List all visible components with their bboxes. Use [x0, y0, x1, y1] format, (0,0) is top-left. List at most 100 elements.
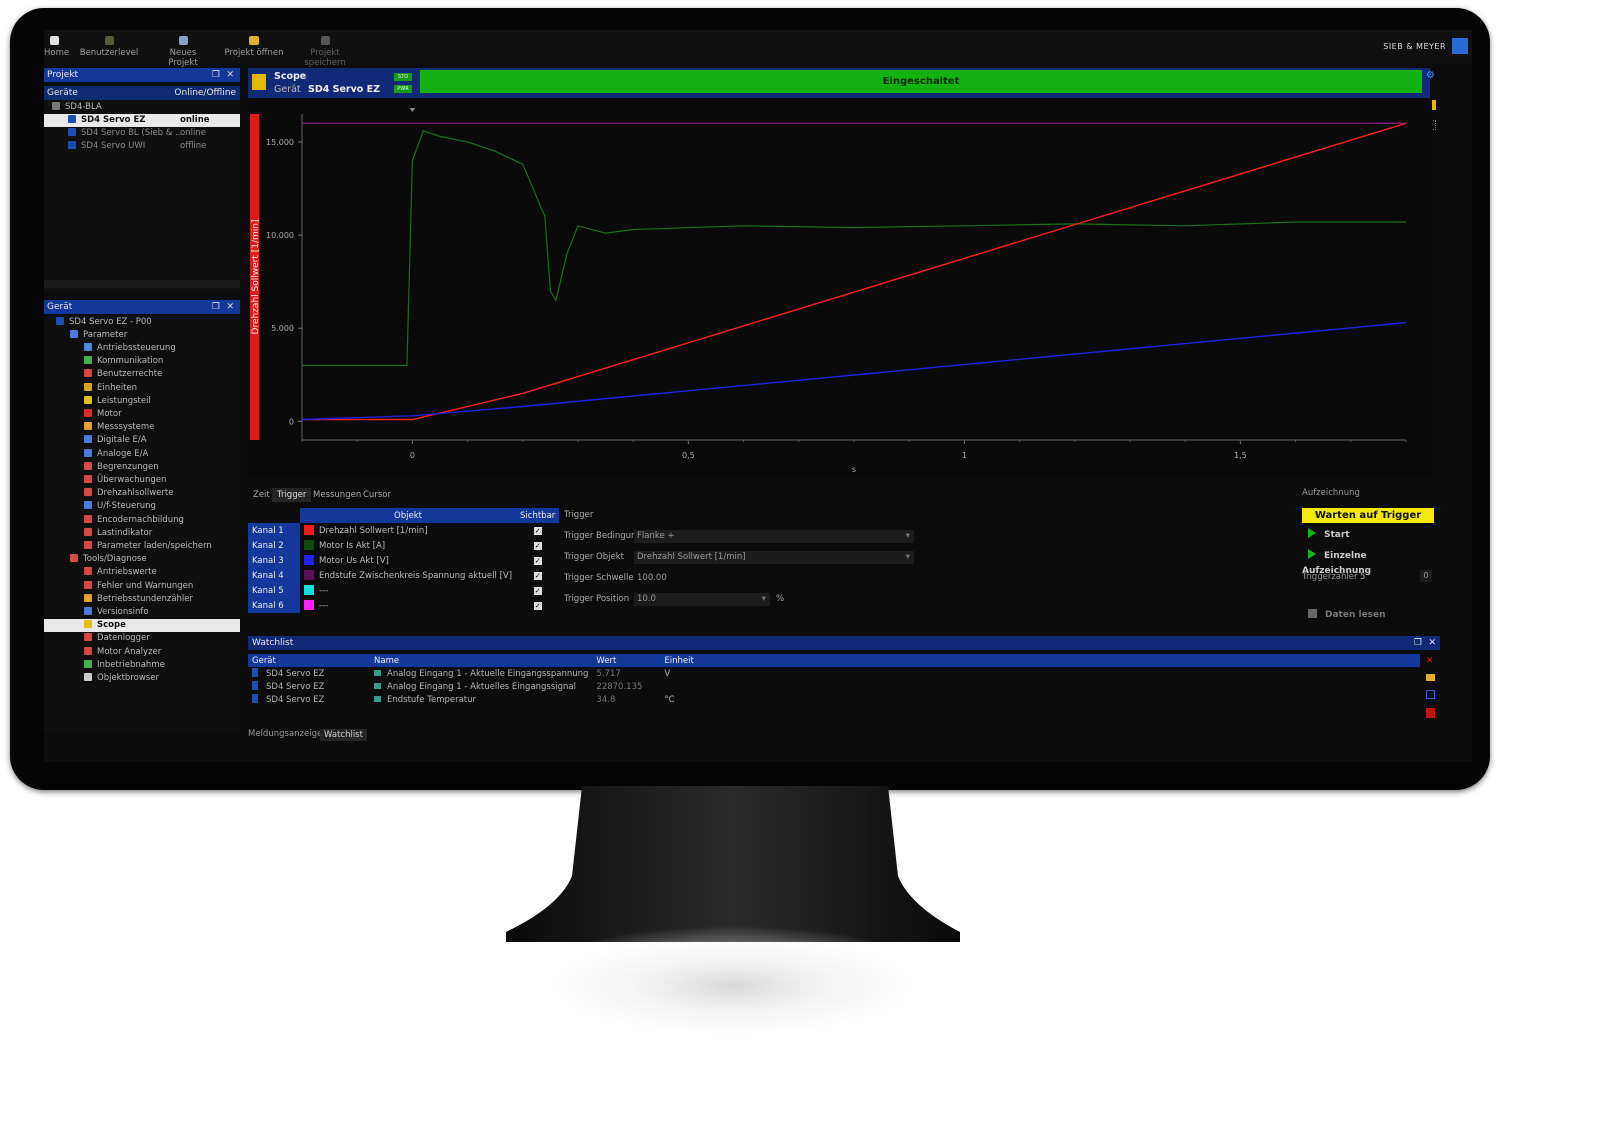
tree-tools-item[interactable]: Versionsinfo: [44, 606, 240, 619]
tree-device-root[interactable]: SD4 Servo EZ - P00: [44, 316, 240, 329]
channel-row[interactable]: Kanal 5 --- ✓: [248, 583, 559, 598]
tree-parameter-item[interactable]: Lastindikator: [44, 527, 240, 540]
trigger-objekt-select[interactable]: Drehzahl Sollwert [1/min] ▾: [634, 551, 914, 564]
tree-parameter-item[interactable]: Encodernachbildung: [44, 514, 240, 527]
channel-objekt[interactable]: Drehzahl Sollwert [1/min]: [300, 523, 516, 538]
chart-background: [248, 100, 1432, 476]
home-button[interactable]: Home: [44, 32, 69, 58]
start-button[interactable]: Start: [1302, 528, 1434, 543]
channel-visible-checkbox[interactable]: ✓: [516, 538, 559, 553]
tab-watchlist[interactable]: Watchlist: [320, 729, 367, 741]
scope-chart[interactable]: Drehzahl Sollwert [1/min] 0 5.000 10.000 15.…: [248, 100, 1432, 476]
tree-tools-item[interactable]: Fehler und Warnungen: [44, 580, 240, 593]
watchlist-row[interactable]: SD4 Servo EZ Analog Eingang 1 - Aktuelles…: [248, 680, 1420, 693]
channel-color-swatch[interactable]: [304, 570, 314, 580]
tools-item-icon: [84, 673, 92, 681]
tree-tools-item[interactable]: Scope: [44, 619, 240, 633]
channel-color-swatch[interactable]: [304, 525, 314, 535]
tree-parameter[interactable]: Parameter: [44, 329, 240, 342]
panel-float-icon[interactable]: ❐: [212, 300, 220, 314]
pause-icon[interactable]: [1426, 708, 1435, 718]
panel-close-icon[interactable]: ✕: [1428, 636, 1436, 650]
channel-objekt[interactable]: ---: [300, 583, 516, 598]
kanal-label: Kanal 3: [248, 553, 300, 568]
x-tick-label: 1,5: [1234, 451, 1247, 460]
channel-color-swatch[interactable]: [304, 585, 314, 595]
remove-entry-icon[interactable]: ✕: [1426, 656, 1434, 666]
channel-row[interactable]: Kanal 2 Motor Is Akt [A] ✓: [248, 538, 559, 553]
folder-open-icon[interactable]: [1426, 674, 1435, 681]
tree-parameter-item[interactable]: Einheiten: [44, 382, 240, 395]
tree-tools-item[interactable]: Datenlogger: [44, 632, 240, 645]
channel-visible-checkbox[interactable]: ✓: [516, 523, 559, 538]
panel-float-icon[interactable]: ❐: [212, 68, 220, 82]
trigger-bedingung-select[interactable]: Flanke + ▾: [634, 530, 914, 543]
tree-parameter-item[interactable]: Kommunikation: [44, 355, 240, 368]
channel-color-swatch[interactable]: [304, 600, 314, 610]
tools-icon: [70, 554, 78, 563]
tree-parameter-item[interactable]: Leistungsteil: [44, 395, 240, 408]
channel-objekt[interactable]: Motor Is Akt [A]: [300, 538, 516, 553]
tree-device-sd4-servo-ez[interactable]: SD4 Servo EZ online: [44, 114, 240, 127]
settings-gear-icon[interactable]: ⚙: [1426, 70, 1436, 81]
tree-tools-item[interactable]: Motor Analyzer: [44, 646, 240, 659]
tree-parameter-item[interactable]: Drehzahlsollwerte: [44, 487, 240, 500]
tree-tools-item[interactable]: Objektbrowser: [44, 672, 240, 685]
tree-tools-item[interactable]: Inbetriebnahme: [44, 659, 240, 672]
channel-visible-checkbox[interactable]: ✓: [516, 568, 559, 583]
tab-meldungsanzeige[interactable]: Meldungsanzeige: [248, 729, 322, 739]
channel-objekt[interactable]: Motor Us Akt [V]: [300, 553, 516, 568]
tree-parameter-item[interactable]: Digitale E/A: [44, 434, 240, 447]
tree-parameter-item[interactable]: Messsysteme: [44, 421, 240, 434]
watchlist-row[interactable]: SD4 Servo EZ Endstufe Temperatur 34.8 °C: [248, 693, 1420, 706]
reset-counter-button[interactable]: 0: [1420, 570, 1432, 582]
warten-auf-trigger-status: Warten auf Trigger: [1302, 508, 1434, 523]
channel-row[interactable]: Kanal 4 Endstufe Zwischenkreis Spannung a…: [248, 568, 559, 583]
horizontal-scrollbar[interactable]: [44, 280, 240, 288]
tree-parameter-item[interactable]: Motor: [44, 408, 240, 421]
tree-parameter-item[interactable]: U/f-Steuerung: [44, 500, 240, 513]
tree-parameter-item[interactable]: Überwachungen: [44, 474, 240, 487]
tree-device-sd4-servo-bl[interactable]: SD4 Servo BL (Sieb & ... online: [44, 127, 240, 140]
einzelne-aufzeichnung-button[interactable]: Einzelne Aufzeichnung: [1302, 549, 1434, 576]
tree-parameter-item[interactable]: Analoge E/A: [44, 448, 240, 461]
panel-close-icon[interactable]: ✕: [226, 300, 234, 314]
channel-row[interactable]: Kanal 3 Motor Us Akt [V] ✓: [248, 553, 559, 568]
channel-visible-checkbox[interactable]: ✓: [516, 553, 559, 568]
tree-parameter-item[interactable]: Antriebssteuerung: [44, 342, 240, 355]
projekt-speichern-button[interactable]: Projekt speichern: [292, 32, 358, 68]
trigger-schwelle-input[interactable]: 100.00: [634, 572, 914, 585]
tree-root-project[interactable]: SD4-BLA: [44, 101, 248, 114]
tab-trigger[interactable]: Trigger: [272, 488, 312, 502]
channel-row[interactable]: Kanal 6 --- ✓: [248, 598, 559, 613]
parameter-item-icon: [84, 541, 92, 549]
channel-row[interactable]: Kanal 1 Drehzahl Sollwert [1/min] ✓: [248, 523, 559, 538]
channel-visible-checkbox[interactable]: ✓: [516, 598, 559, 613]
tree-parameter-item[interactable]: Benutzerrechte: [44, 368, 240, 381]
geraet-label: Gerät: [274, 84, 301, 95]
tab-cursor[interactable]: Cursor: [358, 488, 396, 502]
channel-color-swatch[interactable]: [304, 540, 314, 550]
tree-tools-diagnose[interactable]: Tools/Diagnose: [44, 553, 240, 566]
channel-visible-checkbox[interactable]: ✓: [516, 583, 559, 598]
analog-icon: [374, 695, 381, 702]
channel-objekt[interactable]: ---: [300, 598, 516, 613]
daten-lesen-button[interactable]: Daten lesen: [1302, 608, 1434, 623]
panel-float-icon[interactable]: ❐: [1414, 636, 1422, 650]
neues-projekt-button[interactable]: Neues Projekt: [154, 32, 212, 68]
panel-close-icon[interactable]: ✕: [226, 68, 234, 82]
tree-parameter-item[interactable]: Begrenzungen: [44, 461, 240, 474]
tree-tools-item[interactable]: Betriebsstundenzähler: [44, 593, 240, 606]
channel-color-swatch[interactable]: [304, 555, 314, 565]
projekt-oeffnen-button[interactable]: Projekt öffnen: [224, 32, 284, 58]
application-window: Home Benutzerlevel Neues Projekt Projekt…: [44, 30, 1472, 762]
tree-tools-item[interactable]: Antriebswerte: [44, 566, 240, 579]
watchlist-row[interactable]: SD4 Servo EZ Analog Eingang 1 - Aktuelle …: [248, 667, 1420, 680]
tab-zeit[interactable]: Zeit: [248, 488, 275, 502]
benutzerlevel-button[interactable]: Benutzerlevel: [78, 32, 140, 58]
channel-objekt[interactable]: Endstufe Zwischenkreis Spannung aktuell …: [300, 568, 516, 583]
save-icon[interactable]: [1426, 690, 1435, 699]
tree-device-sd4-servo-uwi[interactable]: SD4 Servo UWI offline: [44, 140, 240, 153]
tree-parameter-item[interactable]: Parameter laden/speichern: [44, 540, 240, 553]
trigger-position-input[interactable]: 10.0 ▾: [634, 593, 770, 606]
